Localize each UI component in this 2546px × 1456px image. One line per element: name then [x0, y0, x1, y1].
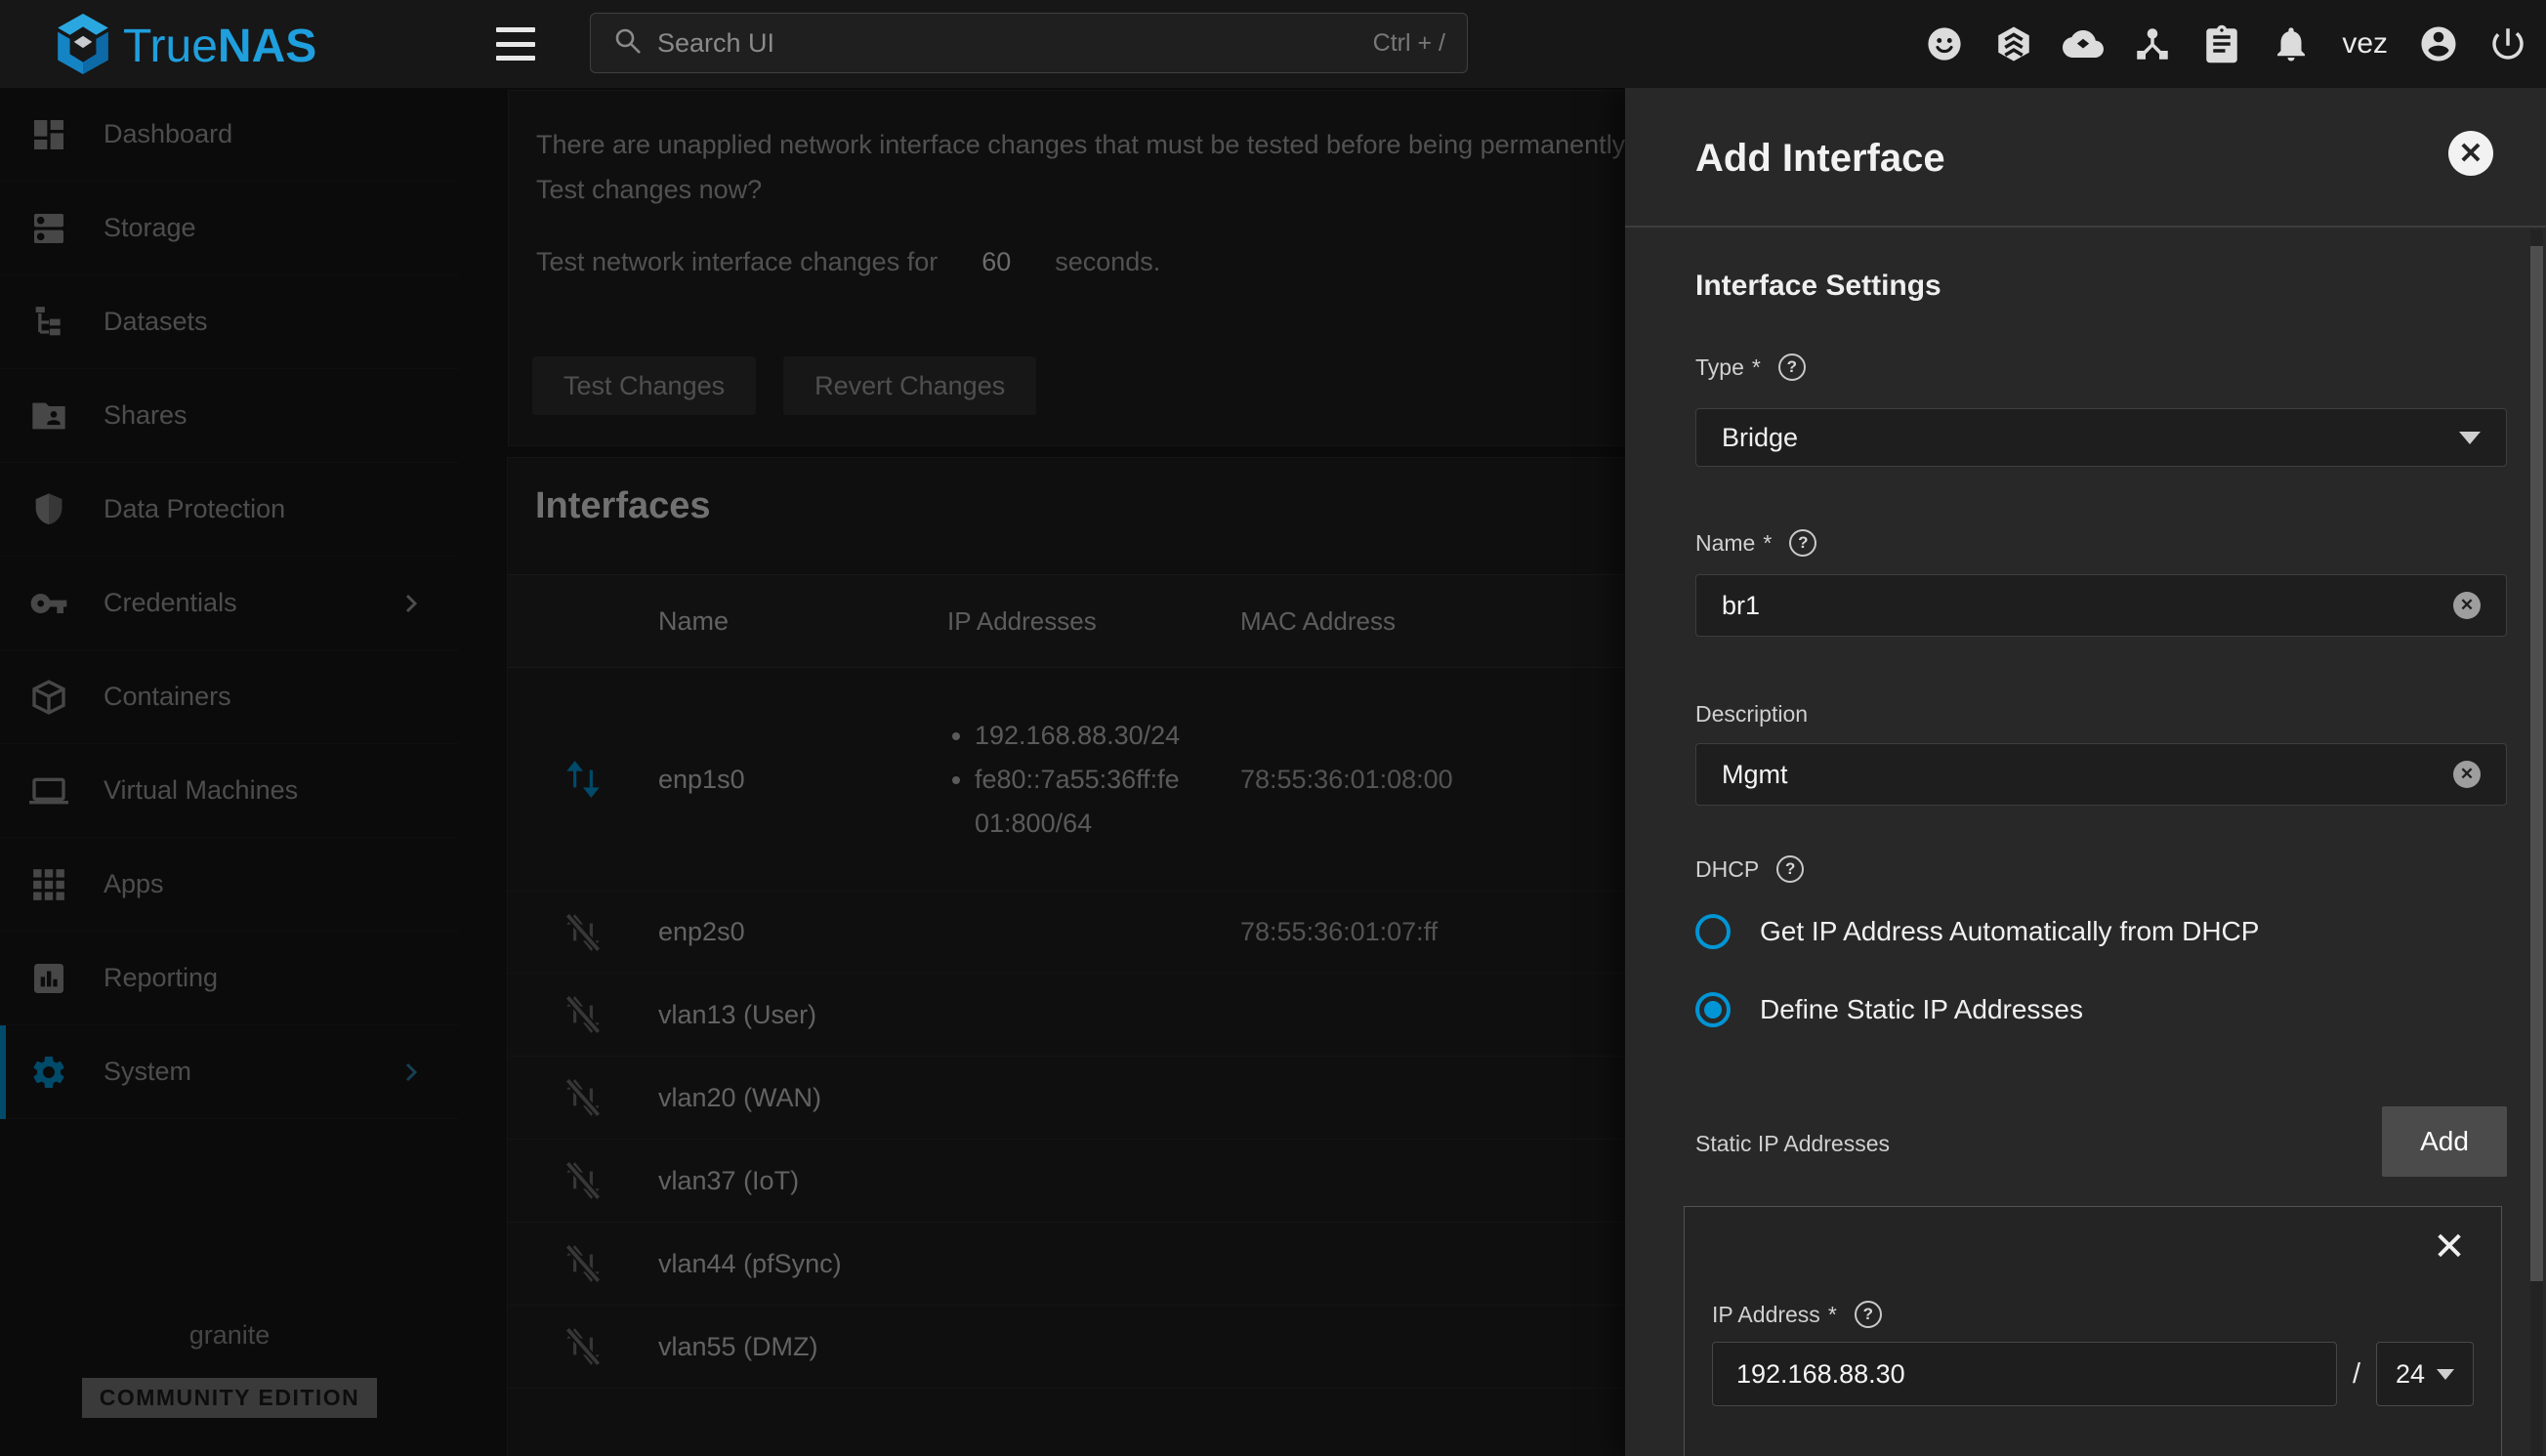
truenas-cloud-icon[interactable] [2061, 21, 2106, 66]
ip-address-row: / 24 [1712, 1342, 2474, 1406]
panel-header: Add Interface ✕ [1625, 88, 2546, 228]
radio-unchecked-icon [1695, 914, 1731, 949]
type-select[interactable]: Bridge [1695, 408, 2507, 467]
panel-scrollbar-thumb[interactable] [2530, 246, 2543, 1281]
tasks-clipboard-icon[interactable] [2199, 21, 2244, 66]
search-icon [612, 25, 644, 62]
close-icon[interactable]: ✕ [2448, 131, 2493, 176]
help-icon[interactable]: ? [1778, 354, 1806, 381]
help-icon[interactable]: ? [1855, 1301, 1882, 1328]
cidr-prefix-select[interactable]: 24 [2376, 1342, 2474, 1406]
chevron-down-icon [2459, 432, 2481, 444]
jobs-hub-icon[interactable] [2130, 21, 2175, 66]
panel-scrollbar-track[interactable] [2530, 229, 2543, 1456]
help-icon[interactable]: ? [1789, 529, 1816, 557]
add-static-ip-button[interactable]: Add [2382, 1106, 2507, 1177]
top-bar: TrueNAS Ctrl + / [0, 0, 2546, 88]
interface-settings-heading: Interface Settings [1695, 270, 1941, 303]
name-input[interactable] [1722, 591, 2453, 621]
dhcp-auto-radio[interactable]: Get IP Address Automatically from DHCP [1695, 914, 2259, 949]
static-ip-addresses-label: Static IP Addresses [1695, 1131, 1890, 1157]
power-icon[interactable] [2485, 21, 2530, 66]
truenas-logo-icon [55, 14, 111, 79]
description-field: ✕ [1695, 743, 2507, 806]
truenas-logo-text: TrueNAS [123, 20, 316, 73]
description-label: Description [1695, 701, 1808, 728]
truecommand-icon[interactable] [1991, 21, 2036, 66]
user-avatar-icon[interactable] [2416, 21, 2461, 66]
ip-address-input[interactable] [1736, 1359, 2313, 1390]
dhcp-label: DHCP ? [1695, 855, 1804, 883]
truenas-app: TrueNAS Ctrl + / [0, 0, 2546, 1456]
clear-input-icon[interactable]: ✕ [2453, 761, 2481, 788]
truenas-logo[interactable]: TrueNAS [55, 14, 316, 79]
type-label: Type* ? [1695, 354, 1806, 381]
static-ip-card: ✕ IP Address* ? / 24 [1684, 1206, 2502, 1456]
remove-static-ip-icon[interactable]: ✕ [2431, 1228, 2468, 1266]
add-interface-panel: Add Interface ✕ Interface Settings Type*… [1625, 88, 2546, 1456]
panel-title: Add Interface [1695, 137, 1945, 181]
global-search: Ctrl + / [590, 13, 1468, 73]
cidr-separator: / [2353, 1358, 2360, 1391]
radio-checked-icon [1695, 992, 1731, 1027]
dhcp-static-radio[interactable]: Define Static IP Addresses [1695, 992, 2083, 1027]
search-input[interactable] [657, 28, 1359, 59]
top-bar-actions: vez [1922, 0, 2530, 88]
ip-address-label: IP Address* ? [1712, 1301, 1882, 1328]
description-input[interactable] [1722, 760, 2453, 790]
search-shortcut-hint: Ctrl + / [1373, 29, 1445, 58]
notifications-bell-icon[interactable] [2269, 21, 2314, 66]
modal-backdrop[interactable] [0, 88, 1625, 1456]
name-field: ✕ [1695, 574, 2507, 637]
ip-address-field [1712, 1342, 2337, 1406]
logged-in-username: vez [2342, 27, 2388, 61]
help-icon[interactable]: ? [1776, 855, 1804, 883]
menu-hamburger-icon[interactable] [496, 25, 539, 62]
chevron-down-icon [2437, 1369, 2454, 1380]
clear-input-icon[interactable]: ✕ [2453, 592, 2481, 619]
name-label: Name* ? [1695, 529, 1816, 557]
feedback-smiley-icon[interactable] [1922, 21, 1967, 66]
